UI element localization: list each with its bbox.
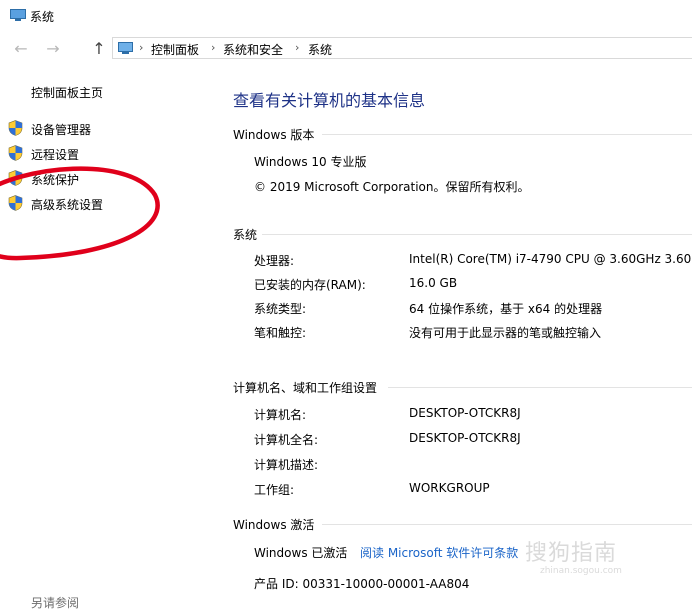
full-computer-name-value: DESKTOP-OTCKR8J	[409, 431, 521, 445]
section-divider	[322, 134, 692, 135]
workgroup-label: 工作组:	[254, 483, 295, 497]
shield-icon	[8, 195, 23, 211]
watermark-logo: 搜狗指南	[525, 541, 618, 566]
windows-edition-value: Windows 10 专业版	[254, 155, 367, 169]
pen-touch-label: 笔和触控:	[254, 326, 307, 340]
section-heading-windows-edition: Windows 版本	[233, 128, 315, 142]
control-panel-icon	[118, 42, 133, 54]
title-bar: 系统	[0, 0, 692, 32]
watermark-url: zhinan.sogou.com	[540, 566, 622, 576]
section-heading-windows-activation: Windows 激活	[233, 518, 315, 532]
computer-description-label: 计算机描述:	[254, 458, 319, 472]
shield-icon	[8, 120, 23, 136]
window-title: 系统	[30, 10, 55, 24]
computer-icon	[10, 9, 26, 21]
ram-label: 已安装的内存(RAM):	[254, 278, 366, 292]
section-divider	[262, 234, 692, 235]
sidebar-item-remote-settings[interactable]: 远程设置	[31, 146, 79, 163]
section-heading-system: 系统	[233, 228, 258, 242]
page-title: 查看有关计算机的基本信息	[233, 91, 426, 110]
sidebar-item-advanced-system-settings[interactable]: 高级系统设置	[31, 196, 103, 213]
breadcrumb-separator: ›	[211, 41, 216, 54]
pen-touch-value: 没有可用于此显示器的笔或触控输入	[409, 326, 602, 340]
shield-icon	[8, 170, 23, 186]
control-panel-home-link[interactable]: 控制面板主页	[31, 84, 103, 101]
processor-label: 处理器:	[254, 254, 295, 268]
breadcrumb-control-panel[interactable]: 控制面板	[151, 41, 199, 58]
computer-name-label: 计算机名:	[254, 408, 307, 422]
copyright-text: © 2019 Microsoft Corporation。保留所有权利。	[254, 180, 530, 194]
activation-status: Windows 已激活	[254, 546, 348, 560]
system-type-value: 64 位操作系统，基于 x64 的处理器	[409, 302, 603, 316]
workgroup-value: WORKGROUP	[409, 481, 490, 495]
breadcrumb-system[interactable]: 系统	[308, 41, 332, 58]
section-divider	[388, 387, 692, 388]
shield-icon	[8, 145, 23, 161]
product-id: 产品 ID: 00331-10000-00001-AA804	[254, 577, 470, 591]
red-annotation-circle	[0, 166, 160, 261]
section-divider	[322, 524, 692, 525]
arrow-left-icon[interactable]: ←	[10, 38, 32, 60]
processor-value: Intel(R) Core(TM) i7-4790 CPU @ 3.60GHz …	[409, 252, 692, 266]
license-terms-link[interactable]: 阅读 Microsoft 软件许可条款	[360, 544, 518, 561]
breadcrumb-separator: ›	[139, 41, 144, 54]
system-type-label: 系统类型:	[254, 302, 307, 316]
section-heading-computer-name: 计算机名、域和工作组设置	[233, 381, 378, 395]
sidebar-item-system-protection[interactable]: 系统保护	[31, 171, 79, 188]
sidebar-item-device-manager[interactable]: 设备管理器	[31, 121, 91, 138]
full-computer-name-label: 计算机全名:	[254, 433, 319, 447]
breadcrumb-separator: ›	[295, 41, 300, 54]
see-also-heading: 另请参阅	[31, 596, 80, 610]
arrow-right-icon[interactable]: →	[42, 38, 64, 60]
address-bar[interactable]: › 控制面板 › 系统和安全 › 系统	[112, 37, 692, 59]
ram-value: 16.0 GB	[409, 276, 458, 290]
breadcrumb-system-security[interactable]: 系统和安全	[223, 41, 283, 58]
arrow-up-icon[interactable]: ↑	[88, 38, 110, 60]
computer-name-value: DESKTOP-OTCKR8J	[409, 406, 521, 420]
